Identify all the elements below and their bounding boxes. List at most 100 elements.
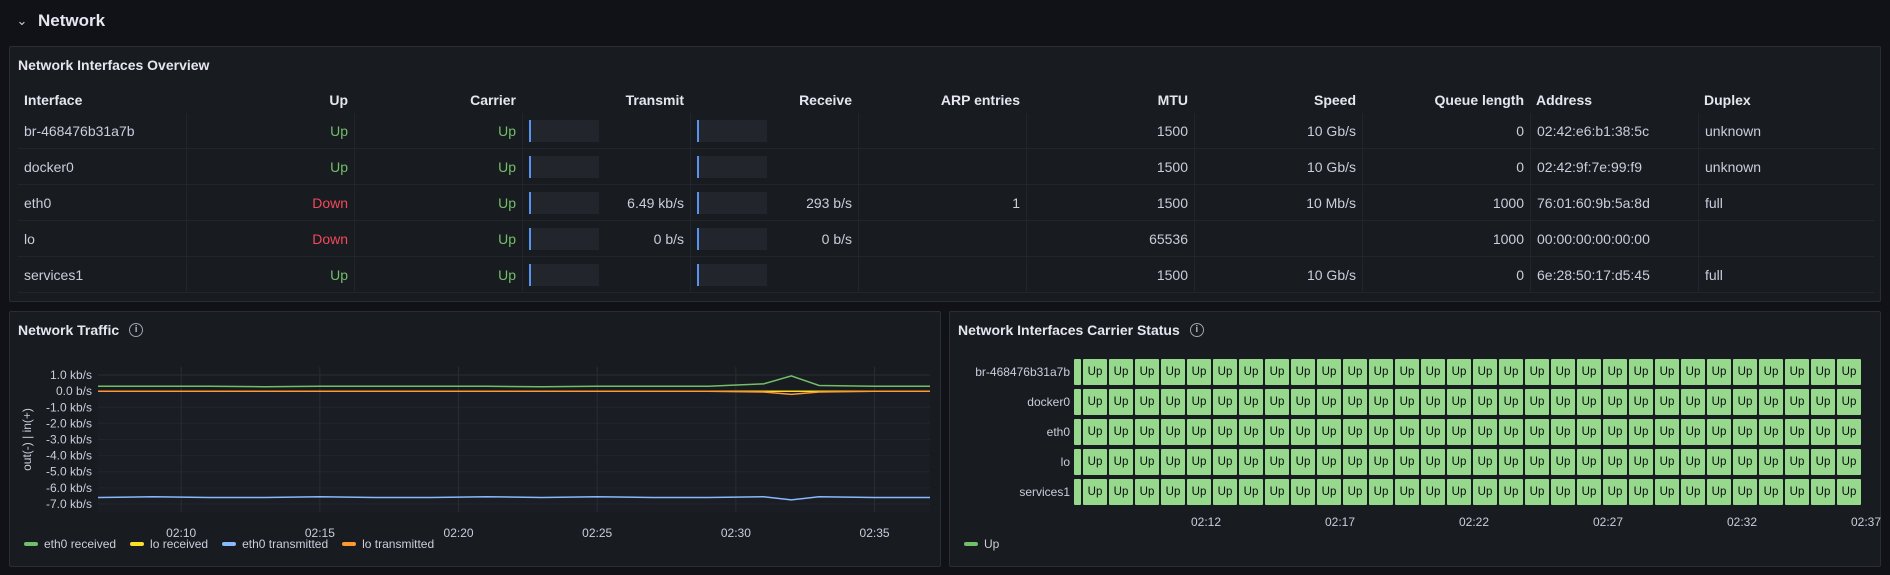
- status-cell[interactable]: Up: [1733, 419, 1757, 445]
- status-cell[interactable]: Up: [1135, 389, 1159, 415]
- status-cell[interactable]: Up: [1785, 389, 1809, 415]
- column-header-arp-entries[interactable]: ARP entries: [858, 87, 1026, 113]
- status-cell[interactable]: Up: [1603, 359, 1627, 385]
- status-cell[interactable]: Up: [1759, 359, 1783, 385]
- status-cell[interactable]: Up: [1083, 449, 1107, 475]
- column-header-receive[interactable]: Receive: [690, 87, 858, 113]
- status-cell[interactable]: Up: [1759, 449, 1783, 475]
- status-cell[interactable]: Up: [1317, 479, 1341, 505]
- status-cell[interactable]: Up: [1343, 389, 1367, 415]
- status-cell[interactable]: Up: [1135, 479, 1159, 505]
- status-cell[interactable]: Up: [1681, 419, 1705, 445]
- status-cell[interactable]: [1074, 479, 1081, 505]
- status-cell[interactable]: Up: [1837, 359, 1861, 385]
- status-cell[interactable]: Up: [1603, 419, 1627, 445]
- status-cell[interactable]: Up: [1785, 359, 1809, 385]
- column-header-mtu[interactable]: MTU: [1026, 87, 1194, 113]
- status-cell[interactable]: Up: [1707, 479, 1731, 505]
- status-cell[interactable]: Up: [1499, 389, 1523, 415]
- status-cell[interactable]: Up: [1213, 359, 1237, 385]
- status-cell[interactable]: Up: [1317, 359, 1341, 385]
- status-cell[interactable]: Up: [1109, 419, 1133, 445]
- status-cell[interactable]: Up: [1577, 359, 1601, 385]
- status-cell[interactable]: Up: [1629, 359, 1653, 385]
- status-cell[interactable]: Up: [1603, 389, 1627, 415]
- status-cell[interactable]: Up: [1681, 479, 1705, 505]
- status-cell[interactable]: Up: [1083, 389, 1107, 415]
- status-cell[interactable]: Up: [1135, 449, 1159, 475]
- status-cell[interactable]: Up: [1499, 419, 1523, 445]
- status-cell[interactable]: Up: [1213, 419, 1237, 445]
- column-header-speed[interactable]: Speed: [1194, 87, 1362, 113]
- status-cell[interactable]: Up: [1239, 479, 1263, 505]
- status-cell[interactable]: Up: [1447, 479, 1471, 505]
- status-cell[interactable]: Up: [1811, 389, 1835, 415]
- status-cell[interactable]: Up: [1213, 449, 1237, 475]
- status-cell[interactable]: Up: [1187, 419, 1211, 445]
- status-cell[interactable]: Up: [1551, 359, 1575, 385]
- status-cell[interactable]: Up: [1447, 359, 1471, 385]
- legend-item[interactable]: eth0 received: [24, 537, 116, 551]
- status-cell[interactable]: Up: [1239, 419, 1263, 445]
- status-cell[interactable]: Up: [1343, 359, 1367, 385]
- status-cell[interactable]: Up: [1395, 419, 1419, 445]
- status-cell[interactable]: Up: [1317, 449, 1341, 475]
- status-cell[interactable]: Up: [1837, 389, 1861, 415]
- status-cell[interactable]: Up: [1187, 359, 1211, 385]
- status-cell[interactable]: Up: [1291, 389, 1315, 415]
- status-cell[interactable]: Up: [1629, 419, 1653, 445]
- status-cell[interactable]: Up: [1707, 449, 1731, 475]
- status-cell[interactable]: Up: [1135, 359, 1159, 385]
- status-cell[interactable]: Up: [1343, 479, 1367, 505]
- status-cell[interactable]: Up: [1785, 449, 1809, 475]
- column-header-interface[interactable]: Interface: [18, 87, 186, 113]
- status-cell[interactable]: Up: [1733, 449, 1757, 475]
- status-cell[interactable]: Up: [1577, 449, 1601, 475]
- status-cell[interactable]: Up: [1343, 449, 1367, 475]
- status-cell[interactable]: Up: [1499, 359, 1523, 385]
- status-cell[interactable]: Up: [1525, 479, 1549, 505]
- status-cell[interactable]: Up: [1421, 389, 1445, 415]
- status-cell[interactable]: Up: [1447, 389, 1471, 415]
- status-cell[interactable]: Up: [1655, 419, 1679, 445]
- status-cell[interactable]: Up: [1603, 479, 1627, 505]
- status-cell[interactable]: Up: [1291, 359, 1315, 385]
- status-cell[interactable]: Up: [1421, 419, 1445, 445]
- status-cell[interactable]: Up: [1707, 389, 1731, 415]
- status-cell[interactable]: Up: [1759, 419, 1783, 445]
- status-cell[interactable]: Up: [1317, 389, 1341, 415]
- status-cell[interactable]: Up: [1109, 479, 1133, 505]
- status-cell[interactable]: Up: [1707, 359, 1731, 385]
- status-cell[interactable]: Up: [1421, 479, 1445, 505]
- status-cell[interactable]: Up: [1161, 449, 1185, 475]
- status-cell[interactable]: Up: [1265, 419, 1289, 445]
- status-cell[interactable]: Up: [1473, 359, 1497, 385]
- column-header-address[interactable]: Address: [1530, 87, 1698, 113]
- status-cell[interactable]: Up: [1551, 449, 1575, 475]
- status-cell[interactable]: Up: [1681, 359, 1705, 385]
- status-cell[interactable]: Up: [1525, 389, 1549, 415]
- status-cell[interactable]: Up: [1655, 479, 1679, 505]
- status-cell[interactable]: Up: [1395, 479, 1419, 505]
- column-header-queue-length[interactable]: Queue length: [1362, 87, 1530, 113]
- status-cell[interactable]: Up: [1733, 389, 1757, 415]
- status-cell[interactable]: Up: [1629, 449, 1653, 475]
- legend-item[interactable]: lo received: [130, 537, 208, 551]
- status-cell[interactable]: Up: [1265, 479, 1289, 505]
- status-cell[interactable]: Up: [1265, 389, 1289, 415]
- status-cell[interactable]: Up: [1343, 419, 1367, 445]
- status-cell[interactable]: Up: [1655, 449, 1679, 475]
- status-cell[interactable]: Up: [1759, 389, 1783, 415]
- status-cell[interactable]: Up: [1109, 389, 1133, 415]
- status-cell[interactable]: Up: [1577, 419, 1601, 445]
- status-cell[interactable]: Up: [1369, 359, 1393, 385]
- status-cell[interactable]: Up: [1239, 449, 1263, 475]
- status-cell[interactable]: Up: [1473, 419, 1497, 445]
- status-cell[interactable]: Up: [1395, 449, 1419, 475]
- column-header-up[interactable]: Up: [186, 87, 354, 113]
- status-cell[interactable]: Up: [1395, 359, 1419, 385]
- legend-item-up[interactable]: Up: [964, 537, 999, 551]
- status-cell[interactable]: Up: [1239, 389, 1263, 415]
- status-cell[interactable]: Up: [1187, 449, 1211, 475]
- row-header-network[interactable]: ⌄ Network: [0, 0, 1890, 42]
